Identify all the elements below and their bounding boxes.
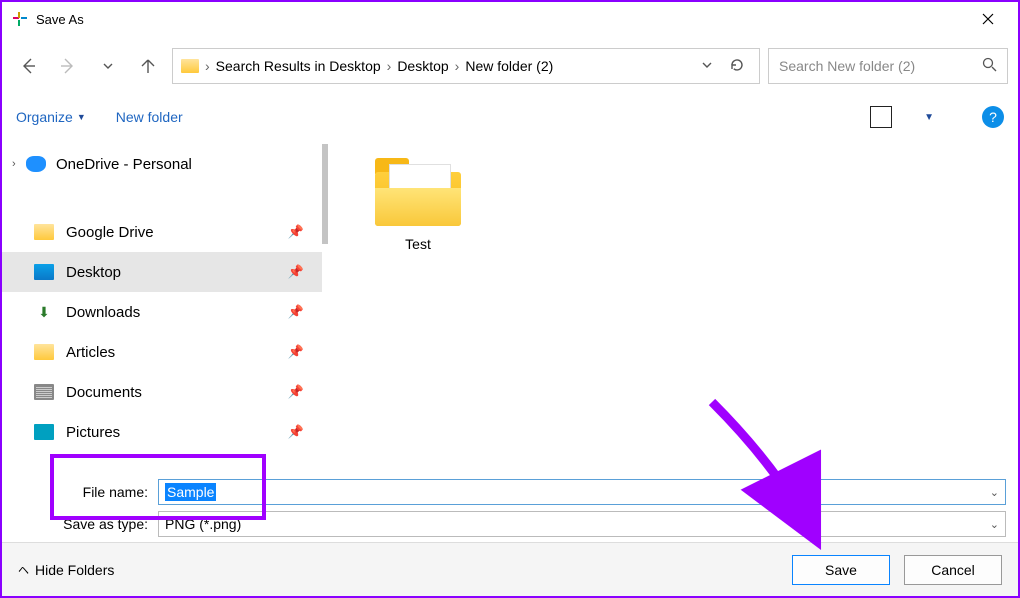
- pin-icon: 📌: [288, 344, 304, 360]
- sidebar-item-label: Documents: [66, 384, 288, 401]
- chevron-down-icon[interactable]: ⌄: [990, 518, 999, 531]
- body-area: › OneDrive - Personal Google Drive 📌 Des…: [2, 138, 1018, 474]
- saveastype-label: Save as type:: [54, 516, 154, 532]
- folder-icon: [181, 59, 199, 73]
- filename-label: File name:: [54, 484, 154, 500]
- new-folder-button[interactable]: New folder: [116, 109, 183, 125]
- nav-row: › Search Results in Desktop › Desktop › …: [2, 36, 1018, 96]
- breadcrumb-item[interactable]: Desktop: [397, 58, 448, 74]
- search-input[interactable]: Search New folder (2): [768, 48, 1008, 84]
- sidebar-item-downloads[interactable]: ⬇ Downloads 📌: [2, 292, 322, 332]
- folder-icon: [34, 344, 54, 360]
- save-button[interactable]: Save: [792, 555, 890, 585]
- back-button[interactable]: [12, 50, 44, 82]
- up-button[interactable]: [132, 50, 164, 82]
- chevron-right-icon: ›: [455, 58, 460, 74]
- save-as-dialog: Save As › Search Results in Desktop › De…: [2, 2, 1018, 596]
- search-placeholder: Search New folder (2): [779, 58, 915, 74]
- sidebar-item-documents[interactable]: Documents 📌: [2, 372, 322, 412]
- folder-item-test[interactable]: Test: [358, 158, 478, 252]
- chevron-right-icon: ›: [387, 58, 392, 74]
- titlebar: Save As: [2, 2, 1018, 36]
- sidebar-item-label: Pictures: [66, 424, 288, 441]
- cancel-button[interactable]: Cancel: [904, 555, 1002, 585]
- pin-icon: 📌: [288, 264, 304, 280]
- filename-input[interactable]: Sample ⌄: [158, 479, 1006, 505]
- document-icon: [34, 384, 54, 400]
- chevron-right-icon: ›: [205, 58, 210, 74]
- fields-area: File name: Sample ⌄ Save as type: PNG (*…: [2, 474, 1018, 542]
- folder-icon: [34, 224, 54, 240]
- chevron-up-icon: ヘ: [18, 562, 29, 578]
- sidebar-item-label: Google Drive: [66, 224, 288, 241]
- saveastype-row: Save as type: PNG (*.png) ⌄: [54, 508, 1006, 540]
- address-dropdown[interactable]: [697, 58, 717, 74]
- pin-icon: 📌: [288, 304, 304, 320]
- forward-button[interactable]: [52, 50, 84, 82]
- sidebar-item-label: Desktop: [66, 264, 288, 281]
- folder-label: Test: [405, 236, 431, 252]
- address-bar[interactable]: › Search Results in Desktop › Desktop › …: [172, 48, 760, 84]
- toolbar: Organize ▼ New folder ▼ ?: [2, 96, 1018, 138]
- folder-icon: [375, 158, 461, 226]
- content-pane[interactable]: Test: [328, 138, 1018, 474]
- pin-icon: 📌: [288, 224, 304, 240]
- tree-onedrive[interactable]: › OneDrive - Personal: [2, 144, 322, 184]
- breadcrumb-item[interactable]: New folder (2): [465, 58, 553, 74]
- filename-value: Sample: [165, 483, 216, 501]
- sidebar-item-articles[interactable]: Articles 📌: [2, 332, 322, 372]
- chevron-down-icon[interactable]: ⌄: [990, 486, 999, 499]
- close-button[interactable]: [968, 4, 1008, 34]
- download-icon: ⬇: [34, 304, 54, 320]
- saveastype-value: PNG (*.png): [165, 516, 241, 532]
- sidebar: › OneDrive - Personal Google Drive 📌 Des…: [2, 138, 322, 474]
- pin-icon: 📌: [288, 384, 304, 400]
- breadcrumb-item[interactable]: Search Results in Desktop: [216, 58, 381, 74]
- pin-icon: 📌: [288, 424, 304, 440]
- view-mode-dropdown[interactable]: ▼: [924, 112, 934, 123]
- search-icon: [982, 57, 997, 75]
- recent-dropdown[interactable]: [92, 50, 124, 82]
- tree-label: OneDrive - Personal: [56, 156, 192, 173]
- filename-row: File name: Sample ⌄: [54, 476, 1006, 508]
- window-title: Save As: [36, 12, 84, 27]
- app-icon: [12, 11, 28, 27]
- cloud-icon: [26, 156, 46, 172]
- sidebar-item-pictures[interactable]: Pictures 📌: [2, 412, 322, 452]
- organize-menu[interactable]: Organize ▼: [16, 109, 86, 125]
- help-button[interactable]: ?: [982, 106, 1004, 128]
- sidebar-item-google-drive[interactable]: Google Drive 📌: [2, 212, 322, 252]
- sidebar-item-label: Downloads: [66, 304, 288, 321]
- pictures-icon: [34, 424, 54, 440]
- chevron-right-icon: ›: [12, 158, 26, 170]
- view-mode-button[interactable]: [870, 106, 892, 128]
- sidebar-item-label: Articles: [66, 344, 288, 361]
- footer: ヘ Hide Folders Save Cancel: [2, 542, 1018, 596]
- chevron-down-icon: ▼: [77, 112, 86, 122]
- sidebar-item-desktop[interactable]: Desktop 📌: [2, 252, 322, 292]
- hide-folders-toggle[interactable]: ヘ Hide Folders: [18, 562, 114, 578]
- refresh-button[interactable]: [723, 57, 751, 76]
- desktop-icon: [34, 264, 54, 280]
- saveastype-select[interactable]: PNG (*.png) ⌄: [158, 511, 1006, 537]
